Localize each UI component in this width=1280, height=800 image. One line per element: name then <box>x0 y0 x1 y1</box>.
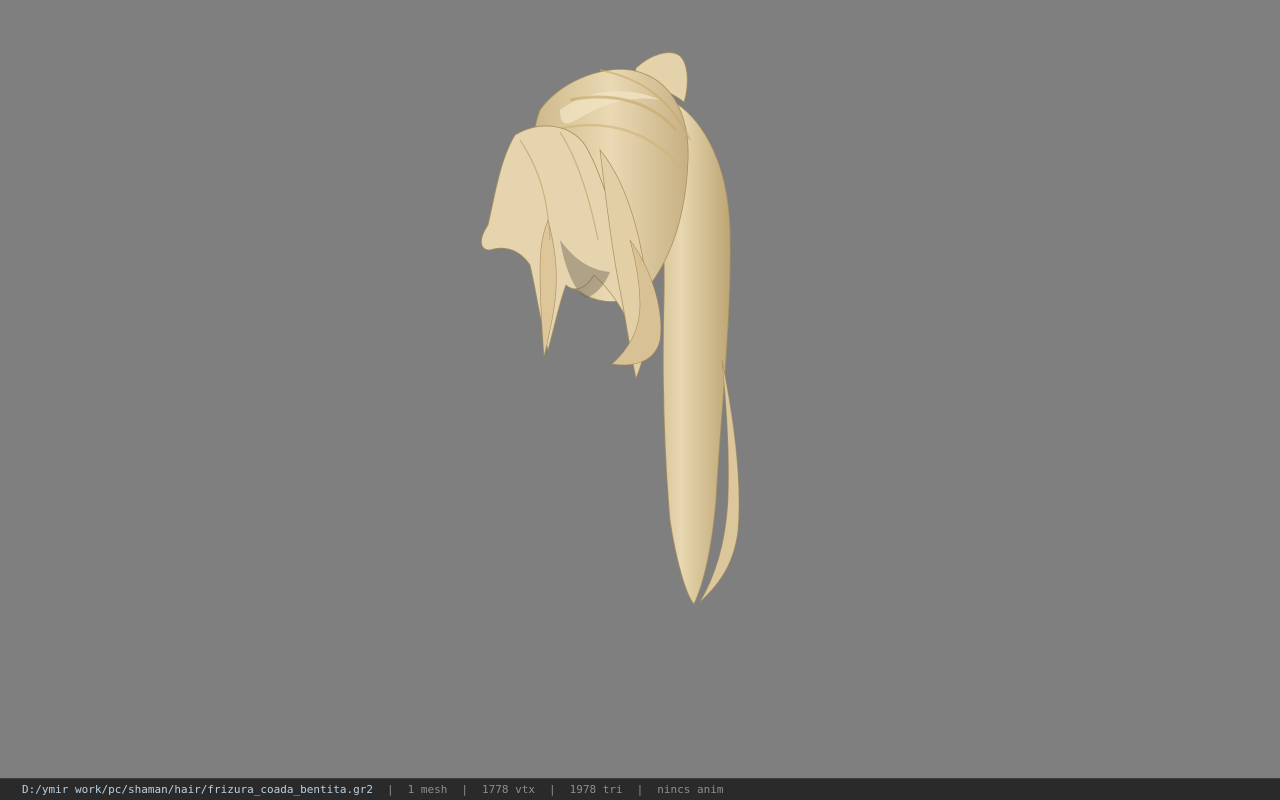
animation-status-label: nincs anim <box>657 783 724 796</box>
hair-model-render <box>481 52 740 605</box>
status-bar: D:/ymir work/pc/shaman/hair/frizura_coad… <box>0 778 1280 800</box>
separator: | <box>548 783 556 796</box>
vertex-count-label: 1778 vtx <box>482 783 535 796</box>
mesh-count-label: 1 mesh <box>407 783 448 796</box>
3d-viewport[interactable] <box>0 0 1280 778</box>
file-path-label: D:/ymir work/pc/shaman/hair/frizura_coad… <box>22 783 373 796</box>
triangle-count-label: 1978 tri <box>569 783 623 796</box>
separator: | <box>636 783 644 796</box>
separator: | <box>387 783 394 796</box>
separator: | <box>461 783 468 796</box>
